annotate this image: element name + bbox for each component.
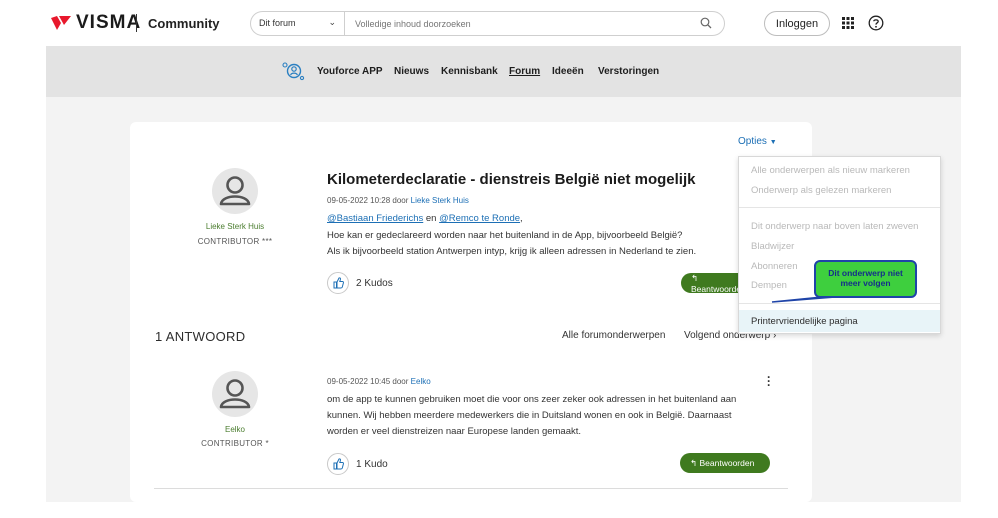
menu-item-printer-friendly[interactable]: Printervriendelijke pagina (751, 316, 858, 327)
search-icon[interactable] (700, 17, 712, 29)
mention-link[interactable]: @Remco te Ronde (439, 213, 520, 224)
by-label: door (392, 377, 409, 386)
thumbs-up-icon (333, 277, 344, 289)
page-title: Kilometerdeclaratie - dienstreis België … (327, 171, 696, 188)
main-navigation: Youforce APP Nieuws Kennisbank Forum Ide… (46, 46, 961, 97)
options-menu-toggle[interactable]: Opties ▼ (738, 136, 777, 147)
kudos-count: 1 Kudo (356, 459, 388, 470)
reply-arrow-icon: ↰ (691, 273, 699, 283)
menu-item-mark-read[interactable]: Onderwerp als gelezen markeren (751, 185, 891, 196)
avatar[interactable] (212, 371, 258, 417)
reply-author-link[interactable]: Eelko (411, 377, 431, 386)
nav-item-youforce-app[interactable]: Youforce APP (317, 66, 383, 77)
author-name[interactable]: Lieke Sterk Huis (190, 222, 280, 231)
menu-item-bookmark[interactable]: Bladwijzer (751, 241, 794, 252)
by-label: door (392, 196, 409, 205)
reply-body-line: worden er veel dienstreizen naar Europes… (327, 426, 582, 437)
top-header: VISMA Community Dit forum ⌄ Inloggen (0, 0, 998, 46)
thumbs-up-icon (333, 458, 344, 470)
community-people-icon[interactable] (281, 60, 305, 82)
callout-text: Dit onderwerp niet (828, 268, 903, 278)
answers-heading: 1 ANTWOORD (155, 329, 246, 344)
kudos-count: 2 Kudos (356, 278, 393, 289)
author-rank: CONTRIBUTOR * (201, 439, 269, 448)
mention-link[interactable]: @Bastiaan Friederichs (327, 213, 423, 224)
menu-divider (739, 207, 940, 208)
caret-down-icon: ▼ (769, 139, 777, 146)
avatar[interactable] (212, 168, 258, 214)
user-avatar-icon (219, 379, 251, 409)
chevron-down-icon: ⌄ (328, 17, 336, 27)
brand-logo-text[interactable]: VISMA (76, 12, 141, 34)
post-mentions: @Bastiaan Friederichs en @Remco te Ronde… (327, 213, 523, 224)
options-dropdown-menu: Alle onderwerpen als nieuw markeren Onde… (738, 156, 941, 334)
reply-button-label: Beantwoorden (699, 457, 755, 468)
callout-text: meer volgen (840, 278, 891, 288)
nav-item-forum[interactable]: Forum (509, 66, 540, 77)
user-avatar-icon (219, 176, 251, 206)
reply-meta: 09-05-2022 10:45 door Eelko (327, 377, 431, 386)
nav-item-verstoringen[interactable]: Verstoringen (598, 66, 659, 77)
reply-body-line: om de app te kunnen gebruiken moet die v… (327, 394, 737, 405)
kudo-button[interactable] (327, 272, 349, 294)
reply-button[interactable]: ↰ Beantwoorden (680, 453, 770, 473)
app-grid-icon[interactable] (842, 17, 854, 29)
post-body-line: Hoe kan er gedeclareerd worden naar het … (327, 230, 683, 241)
more-options-icon[interactable]: · · · (767, 371, 771, 391)
author-name[interactable]: Eelko (190, 425, 280, 434)
options-label: Opties (738, 136, 767, 147)
mention-joiner: en (425, 213, 437, 224)
reply-divider (154, 488, 788, 489)
mention-end: , (520, 213, 523, 224)
annotation-callout: Dit onderwerp niet meer volgen (814, 260, 917, 298)
reply-arrow-icon: ↰ (690, 457, 698, 468)
help-icon[interactable] (868, 15, 884, 31)
menu-item-mark-all-new[interactable]: Alle onderwerpen als nieuw markeren (751, 165, 910, 176)
post-date: 09-05-2022 10:28 (327, 196, 391, 205)
search-scope-label: Dit forum (259, 18, 296, 28)
menu-divider (739, 303, 940, 304)
menu-item-mute[interactable]: Dempen (751, 280, 787, 291)
nav-item-kennisbank[interactable]: Kennisbank (441, 66, 498, 77)
reply-body-line: kunnen. Wij hebben meerdere medewerkers … (327, 410, 732, 421)
kudo-button[interactable] (327, 453, 349, 475)
all-topics-link[interactable]: Alle forumonderwerpen (562, 330, 665, 341)
nav-item-nieuws[interactable]: Nieuws (394, 66, 429, 77)
post-author-link[interactable]: Lieke Sterk Huis (411, 196, 469, 205)
search-bar: Dit forum ⌄ (250, 11, 725, 36)
author-rank: CONTRIBUTOR *** (197, 237, 273, 246)
post-meta: 09-05-2022 10:28 door Lieke Sterk Huis (327, 196, 469, 205)
community-label[interactable]: Community (148, 16, 220, 31)
visma-logo-icon[interactable] (50, 14, 72, 32)
post-body-line: Als ik bijvoorbeeld station Antwerpen in… (327, 246, 697, 257)
nav-item-ideeen[interactable]: Ideeën (552, 66, 584, 77)
menu-item-subscribe[interactable]: Abonneren (751, 261, 797, 272)
login-button[interactable]: Inloggen (764, 11, 830, 36)
search-input[interactable] (355, 17, 675, 31)
search-scope-select[interactable]: Dit forum ⌄ (251, 12, 345, 35)
logo-divider (136, 14, 137, 32)
menu-item-float-topic[interactable]: Dit onderwerp naar boven laten zweven (751, 221, 918, 232)
reply-date: 09-05-2022 10:45 (327, 377, 391, 386)
